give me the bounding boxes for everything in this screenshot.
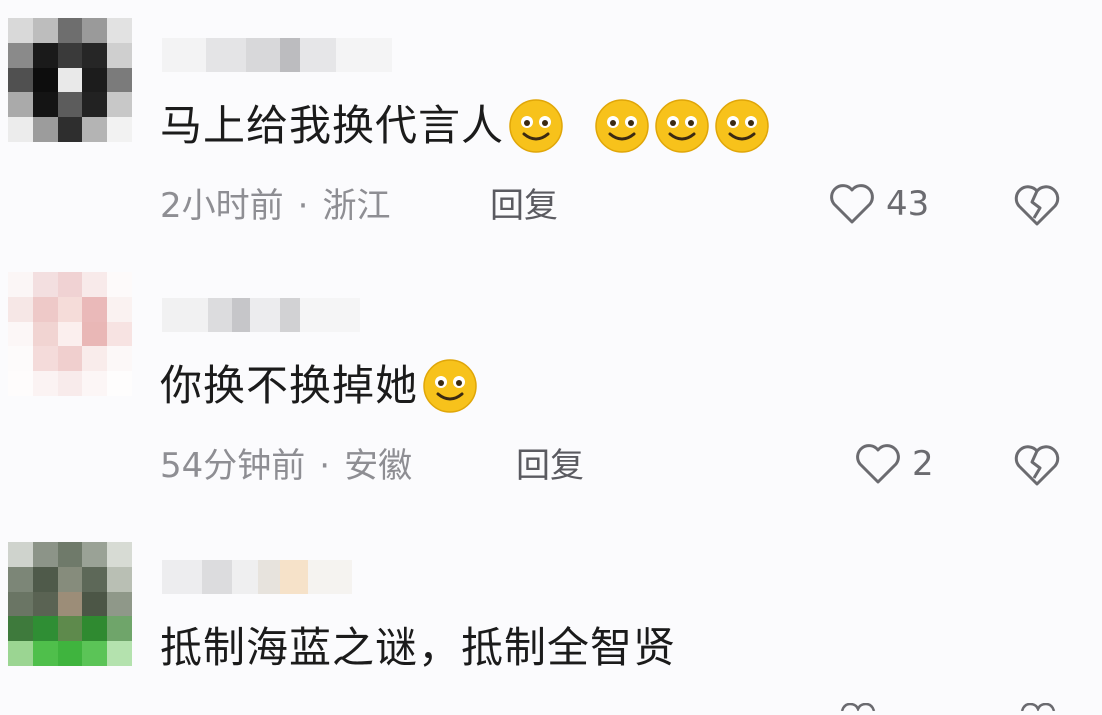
comment-location: 安徽 <box>344 446 413 486</box>
smiling-face-emoji <box>423 359 477 413</box>
like-count: 2 <box>912 444 934 484</box>
like-button[interactable] <box>838 696 878 713</box>
username-blurred[interactable] <box>162 38 392 72</box>
comment-text: 你换不换掉她 <box>160 358 478 414</box>
like-button[interactable]: 43 <box>828 182 929 226</box>
comment-time: 54分钟前 <box>160 446 306 486</box>
comment-item: 抵制海蓝之谜，抵制全智贤 <box>0 520 1102 713</box>
smiling-face-emoji <box>595 99 649 153</box>
comment-location: 浙江 <box>322 186 391 226</box>
heart-outline-icon <box>830 184 874 224</box>
like-count: 43 <box>886 184 930 224</box>
avatar[interactable] <box>8 272 132 396</box>
username-blurred[interactable] <box>162 298 392 332</box>
comment-text-body: 抵制海蓝之谜，抵制全智贤 <box>160 623 677 672</box>
comment-item: 马上给我换代言人 2小时前 · 浙江 回复 43 <box>0 0 1102 250</box>
broken-heart-icon <box>1014 185 1060 226</box>
comment-text-body: 你换不换掉她 <box>160 361 419 410</box>
reply-button[interactable]: 回复 <box>516 444 584 488</box>
smiling-face-emoji <box>715 99 769 153</box>
like-button[interactable]: 2 <box>854 442 934 486</box>
avatar[interactable] <box>8 18 132 142</box>
meta-separator: · <box>319 446 331 486</box>
comment-meta: 54分钟前 · 安徽 <box>160 444 412 488</box>
smiling-face-emoji <box>655 99 709 153</box>
heart-outline-icon <box>840 702 876 713</box>
broken-heart-icon <box>1020 702 1056 713</box>
username-blurred[interactable] <box>162 560 392 594</box>
comment-text: 马上给我换代言人 <box>160 98 770 154</box>
heart-outline-icon <box>856 444 900 484</box>
comment-text: 抵制海蓝之谜，抵制全智贤 <box>160 620 676 676</box>
meta-separator: · <box>297 186 309 226</box>
dislike-button[interactable] <box>1012 182 1062 228</box>
comment-meta: 2小时前 · 浙江 <box>160 184 390 228</box>
reply-button[interactable]: 回复 <box>490 184 558 228</box>
broken-heart-icon <box>1014 445 1060 486</box>
avatar[interactable] <box>8 542 132 666</box>
dislike-button[interactable] <box>1018 696 1058 713</box>
smiling-face-emoji <box>509 99 563 153</box>
comment-item: 你换不换掉她 54分钟前 · 安徽 回复 2 <box>0 250 1102 520</box>
dislike-button[interactable] <box>1012 442 1062 488</box>
comment-time: 2小时前 <box>160 186 284 226</box>
comment-text-body: 马上给我换代言人 <box>160 101 505 150</box>
